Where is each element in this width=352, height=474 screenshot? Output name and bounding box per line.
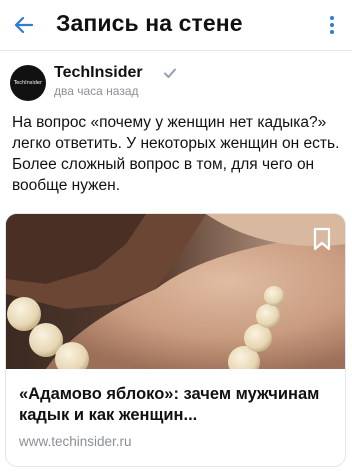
page-title: Запись на стене	[56, 10, 243, 36]
bookmark-button[interactable]	[311, 226, 333, 252]
card-domain[interactable]: www.techinsider.ru	[19, 434, 132, 449]
post-author: TechInsider TechInsider два часа назад	[10, 62, 340, 102]
bookmark-icon	[313, 227, 331, 251]
link-card[interactable]: «Адамово яблоко»: зачем мужчинам кадык и…	[5, 213, 346, 467]
arrow-left-icon	[14, 16, 34, 34]
more-options-button[interactable]	[322, 14, 342, 36]
post-text: На вопрос «почему у женщин нет кадыка?» …	[12, 114, 340, 194]
checkmark-icon	[164, 68, 176, 78]
avatar[interactable]: TechInsider	[10, 65, 46, 101]
avatar-logo-text: TechInsider	[13, 80, 43, 86]
header-divider	[0, 50, 352, 51]
post-timestamp: два часа назад	[54, 84, 139, 98]
top-bar: Запись на стене	[0, 0, 352, 50]
back-button[interactable]	[12, 13, 36, 37]
author-name[interactable]: TechInsider	[54, 64, 143, 82]
card-image	[6, 214, 345, 369]
card-title[interactable]: «Адамово яблоко»: зачем мужчинам кадык и…	[19, 384, 337, 426]
more-vertical-icon	[330, 16, 334, 34]
